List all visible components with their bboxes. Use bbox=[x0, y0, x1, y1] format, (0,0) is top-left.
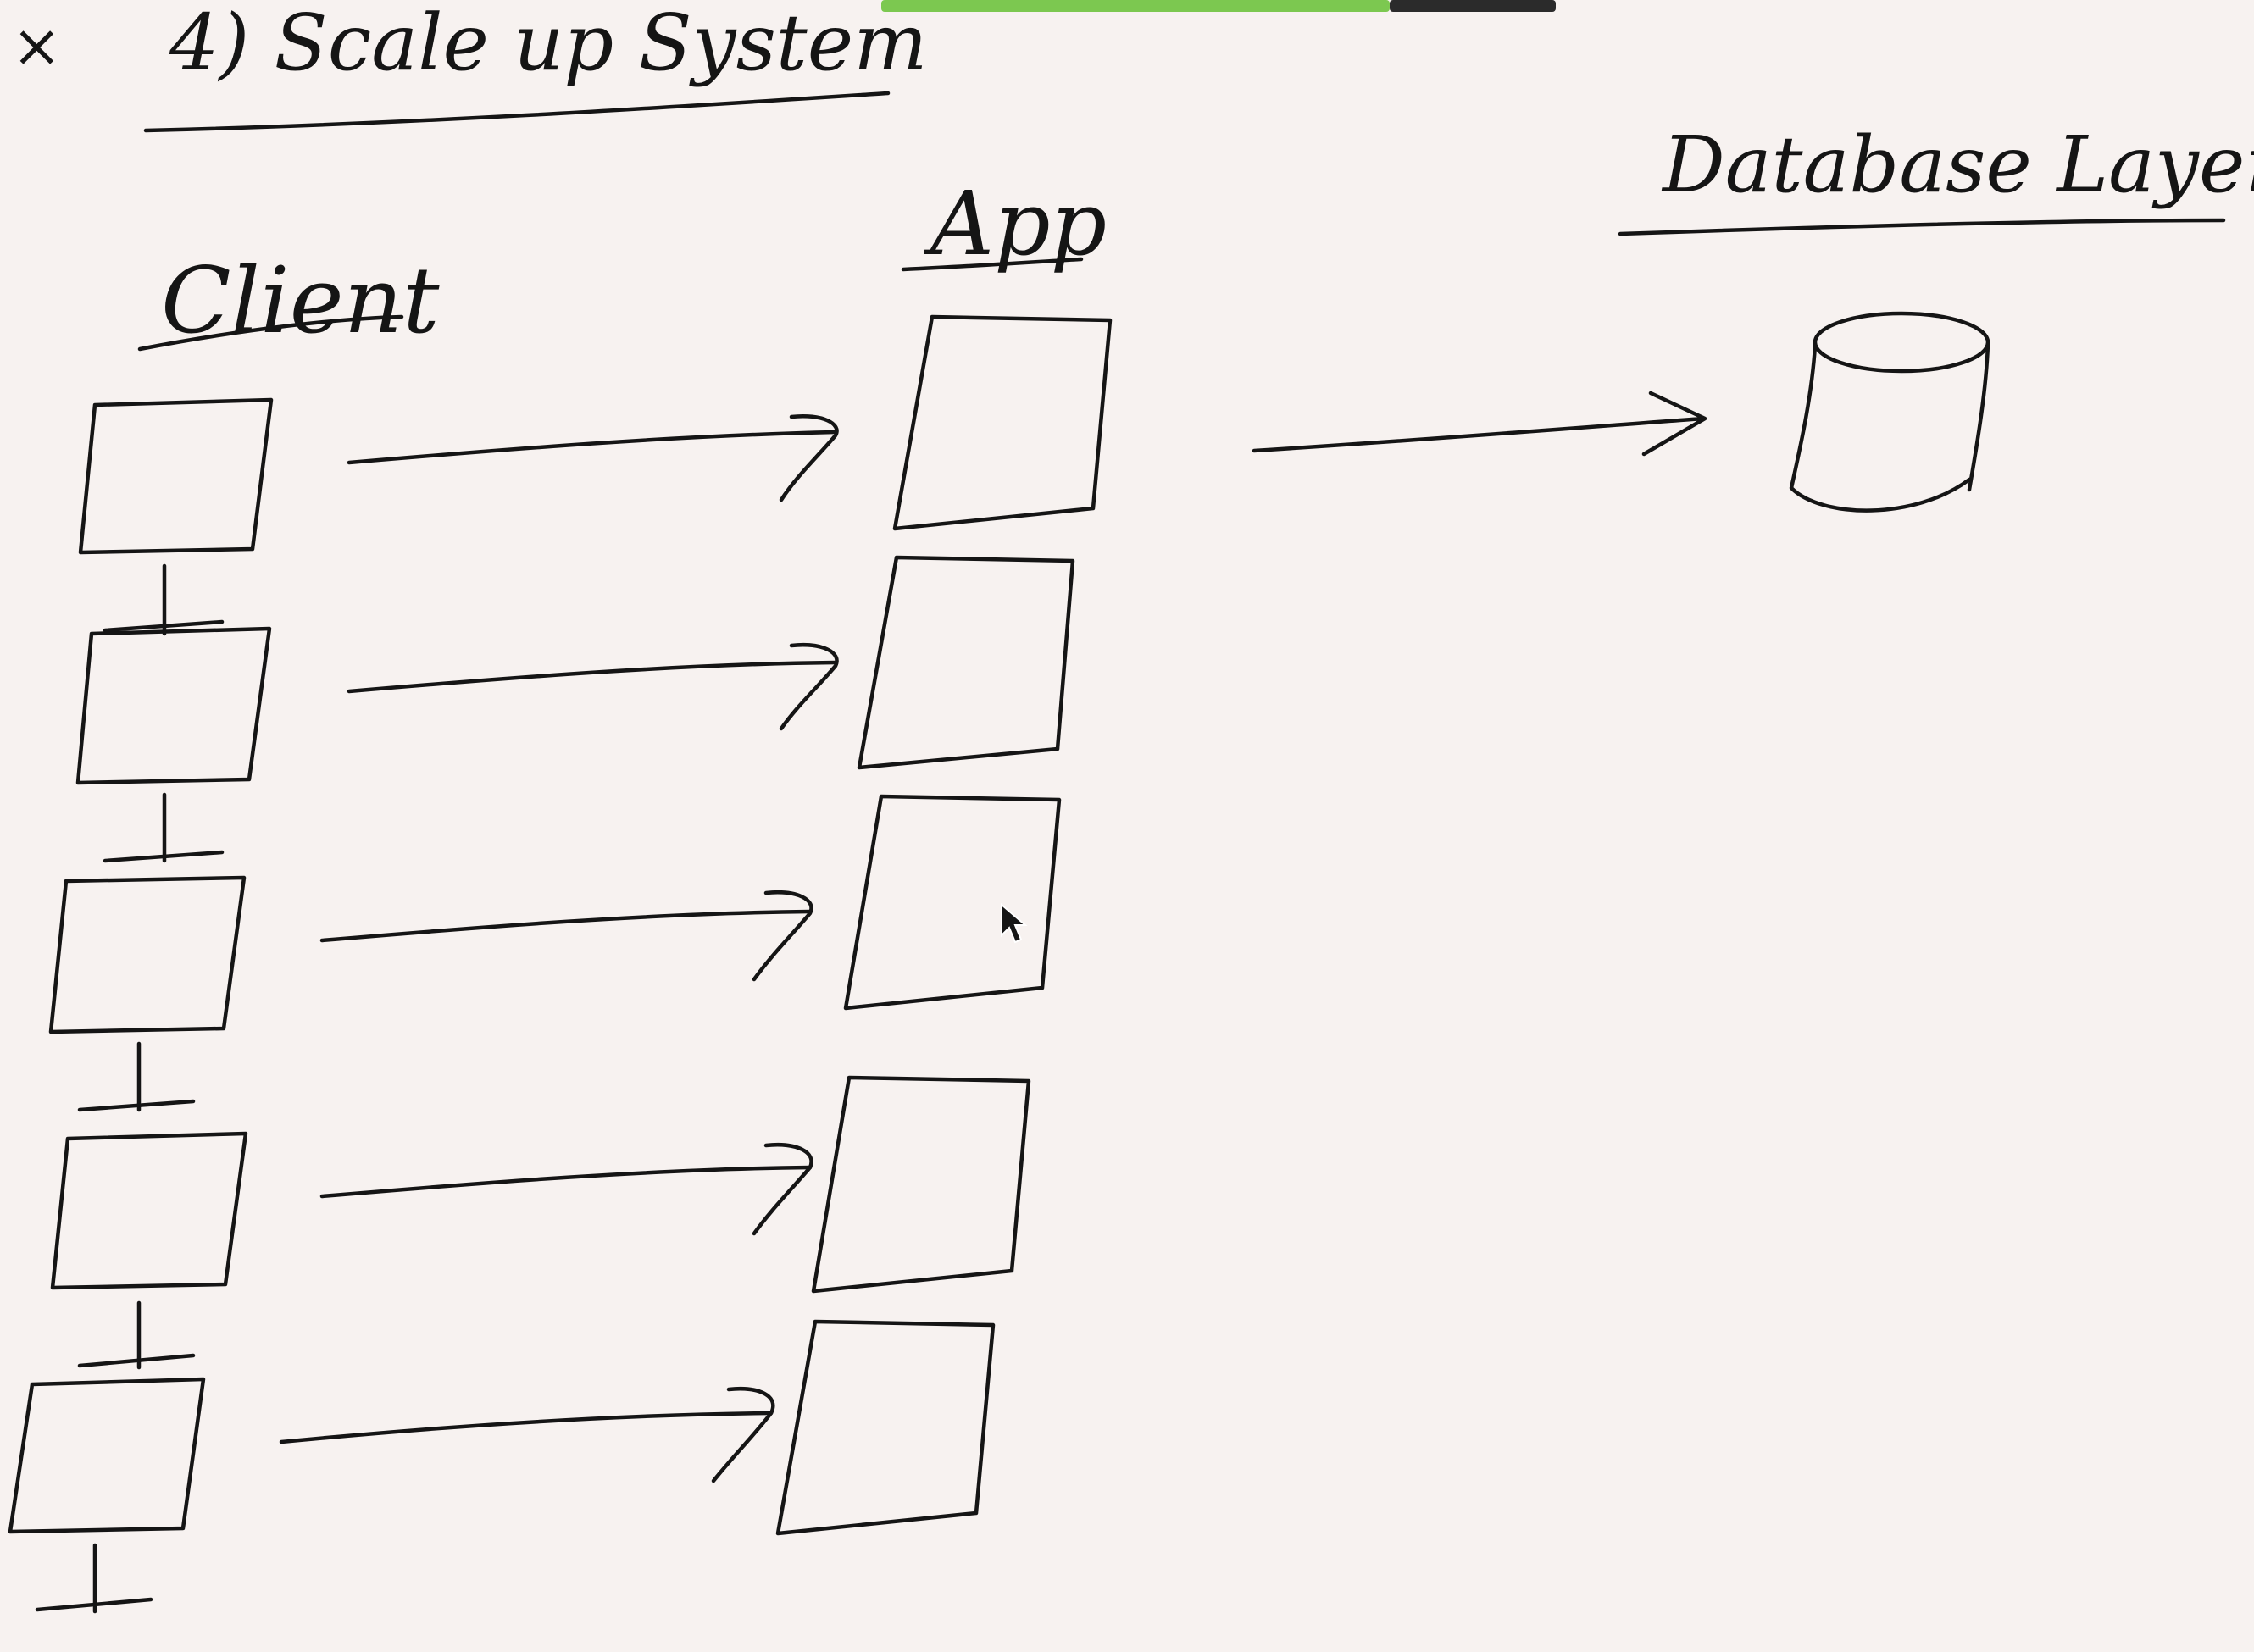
app-box-1[interactable] bbox=[892, 314, 1113, 531]
database-heading-underline bbox=[1618, 218, 2226, 236]
client-app-arrow-5 bbox=[279, 1387, 775, 1483]
screen-share-banner[interactable] bbox=[881, 0, 1556, 12]
client-app-arrow-3 bbox=[319, 890, 813, 982]
client-connector-5 bbox=[35, 1543, 153, 1614]
client-box-5[interactable] bbox=[8, 1377, 206, 1534]
app-box-3[interactable] bbox=[843, 794, 1062, 1011]
client-app-arrow-1 bbox=[347, 413, 839, 502]
client-connector-3 bbox=[77, 1041, 196, 1112]
database-heading: Database Layer bbox=[1661, 119, 2254, 210]
close-icon[interactable]: × bbox=[12, 11, 62, 80]
page-title: 4) Scale up System bbox=[169, 0, 927, 88]
client-connector-4 bbox=[77, 1300, 196, 1370]
client-connector-2 bbox=[103, 792, 225, 863]
banner-dark-segment bbox=[1390, 0, 1556, 12]
app-box-2[interactable] bbox=[857, 555, 1075, 770]
mouse-cursor-icon bbox=[1001, 902, 1028, 944]
client-box-4[interactable] bbox=[50, 1131, 248, 1290]
whiteboard-canvas: × 4) Scale up System Client App Database… bbox=[8, 0, 2254, 1614]
client-connector-1 bbox=[103, 563, 225, 636]
client-app-arrow-4 bbox=[319, 1143, 813, 1236]
client-app-arrow-2 bbox=[347, 642, 839, 731]
app-box-4[interactable] bbox=[811, 1075, 1031, 1294]
client-box-3[interactable] bbox=[48, 875, 247, 1034]
client-box-2[interactable] bbox=[75, 626, 272, 785]
app-database-arrow bbox=[1252, 391, 1707, 457]
title-underline bbox=[143, 91, 891, 133]
database-cylinder-icon[interactable] bbox=[1789, 311, 1990, 513]
client-box-1[interactable] bbox=[78, 397, 274, 555]
banner-green-segment bbox=[881, 0, 1390, 12]
whiteboard: × 4) Scale up System Client App Database… bbox=[0, 0, 2254, 1652]
app-box-5[interactable] bbox=[775, 1319, 996, 1536]
